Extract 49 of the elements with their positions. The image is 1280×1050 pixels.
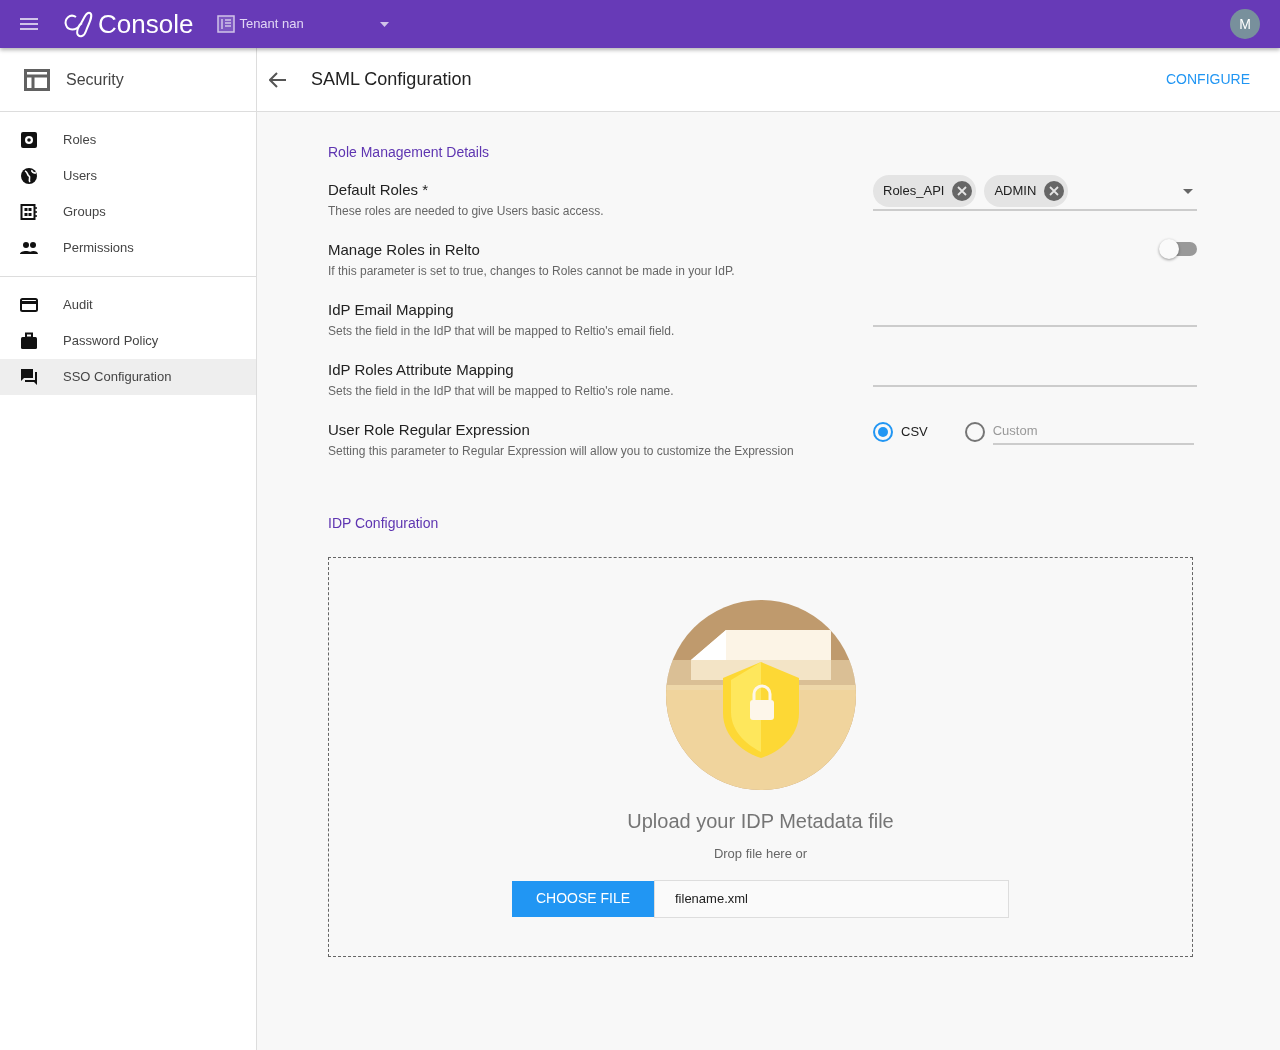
section-heading: IDP Configuration (328, 514, 440, 533)
radio-button[interactable] (964, 421, 985, 442)
sidebar-item[interactable]: Groups (0, 194, 256, 230)
toggle-switch[interactable] (1159, 239, 1197, 259)
setting-label: IdP Roles Attribute Mapping (328, 360, 515, 380)
chat-icon (20, 368, 38, 386)
setting-label: User Role Regular Expression (328, 420, 531, 440)
setting-hint: Sets the field in the IdP that will be mapped to Reltio's email field. (328, 322, 676, 340)
card-icon (20, 296, 38, 314)
role-chip[interactable]: Roles_API (873, 175, 977, 207)
people-icon (20, 239, 38, 257)
page-title: SAML Configuration (311, 68, 472, 91)
radio-button[interactable] (873, 421, 893, 442)
setting-hint: Sets the field in the IdP that will be mapped to Reltio's role name. (328, 382, 675, 400)
remove-icon[interactable] (1044, 181, 1065, 201)
back-arrow-icon[interactable] (269, 71, 287, 88)
grid-icon (20, 203, 38, 221)
sidebar-item[interactable]: Permissions (0, 230, 256, 266)
upload-title: Upload your IDP Metadata file (627, 809, 894, 834)
sidebar-item[interactable]: Roles (0, 122, 256, 158)
caret-icon (380, 21, 390, 27)
sidebar-item[interactable]: Audit (0, 287, 256, 323)
radio-label: CSV (901, 423, 928, 441)
sidebar-item[interactable]: SSO Configuration (0, 359, 256, 395)
setting-label: Manage Roles in Relto (328, 240, 481, 260)
sidebar-item[interactable]: Users (0, 158, 256, 194)
briefcase-icon (20, 332, 38, 350)
app-name: Console (98, 7, 194, 41)
setting-label: Default Roles * (328, 180, 430, 200)
setting-hint: If this parameter is set to true, changes to Roles cannot be made in your IdP. (328, 262, 736, 280)
section-heading: Role Management Details (328, 143, 491, 162)
custom-field[interactable]: Custom (992, 419, 1194, 445)
menu-icon[interactable] (20, 18, 38, 30)
caret-icon (1183, 188, 1193, 194)
setting-hint: These roles are needed to give Users basic access. (328, 202, 605, 220)
sidebar-item[interactable]: Password Policy (0, 323, 256, 359)
drop-zone[interactable]: Upload your IDP Metadata file Drop file here or CHOOSE FILE filename.xml (328, 557, 1193, 957)
building-icon (217, 15, 236, 33)
role-chip[interactable]: ADMIN (984, 175, 1069, 207)
setting-hint: Setting this parameter to Regular Expression will allow you to customize the Expression (328, 442, 795, 460)
roles-select[interactable]: Roles_API ADMIN (873, 173, 1197, 211)
layout-icon (24, 68, 50, 91)
upload-hint: Drop file here or (713, 845, 808, 863)
setting-label: IdP Email Mapping (328, 300, 455, 320)
globe-icon (20, 167, 38, 185)
tenant-selector[interactable]: Tenant nan (239, 14, 390, 34)
filename-field[interactable]: filename.xml (654, 879, 1009, 918)
sidebar-title: Security (66, 69, 124, 90)
remove-icon[interactable] (952, 181, 973, 201)
